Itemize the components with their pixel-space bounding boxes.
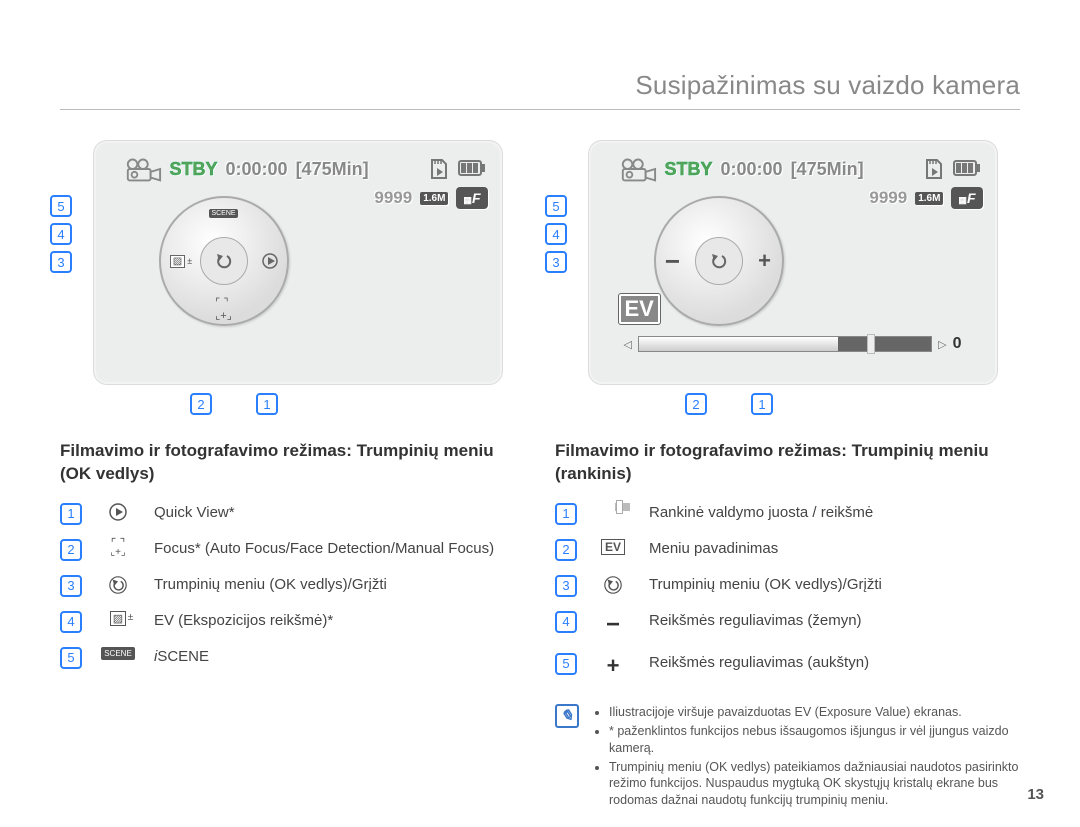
- left-heading: Filmavimo ir fotografavimo režimas: Trum…: [60, 440, 525, 486]
- bottom-callouts: 2 1: [190, 393, 278, 415]
- ev-value: 0: [953, 335, 962, 353]
- plus-icon: +: [751, 247, 779, 275]
- time-remaining: [475Min]: [296, 159, 369, 180]
- time-remaining: [475Min]: [791, 159, 864, 180]
- side-callouts: 5 4 3: [50, 195, 72, 279]
- second-row: 9999 1.6M ▦F: [869, 187, 982, 209]
- second-row: 9999 1.6M ▦F: [374, 187, 487, 209]
- callout-4: 4: [50, 223, 72, 245]
- figure-ok-guide: STBY 0:00:00 [475Min] 9999 1.6M: [60, 140, 525, 385]
- legend-row: 2 ⌜ ⌝⌞+⌟ Focus* (Auto Focus/Face Detecti…: [60, 532, 525, 568]
- scene-icon: SCENE: [100, 647, 136, 660]
- stby-label: STBY: [170, 159, 218, 180]
- sd-card-icon: [428, 157, 450, 181]
- ev-icon: ▨: [170, 255, 185, 268]
- figure-manual: STBY 0:00:00 [475Min] 9999 1.6M: [555, 140, 1020, 385]
- legend-row: 5 + Reikšmės reguliavimas (aukštyn): [555, 646, 1020, 686]
- legend-row: 1 Rankinė valdymo juosta / reikšmė: [555, 496, 1020, 532]
- topbar: STBY 0:00:00 [475Min]: [124, 155, 488, 183]
- legend-number: 1: [60, 503, 82, 525]
- legend-row: 4 ▨± EV (Ekspozicijos reikšmė)*: [60, 604, 525, 640]
- camcorder-icon: [619, 155, 657, 183]
- fine-quality-badge: ▦F: [951, 187, 982, 209]
- ev-icon: ▨±: [100, 611, 136, 626]
- slider-icon: [595, 503, 631, 511]
- topbar: STBY 0:00:00 [475Min]: [619, 155, 983, 183]
- triangle-left-icon: ◁: [624, 338, 632, 351]
- resolution-badge: 1.6M: [915, 192, 943, 205]
- battery-icon: [458, 160, 488, 178]
- battery-icon: [953, 160, 983, 178]
- callout-3: 3: [50, 251, 72, 273]
- note-bullet: Trumpinių meniu (OK vedlys) pateikiamos …: [609, 759, 1020, 810]
- right-heading: Filmavimo ir fotografavimo režimas: Trum…: [555, 440, 1020, 486]
- ev-badge-icon: EV: [619, 294, 660, 324]
- fine-quality-badge: ▦F: [456, 187, 487, 209]
- side-callouts: 5 4 3: [545, 195, 567, 279]
- undo-icon: [695, 237, 743, 285]
- legend-row: 5 SCENE iiSCENESCENE: [60, 640, 525, 676]
- triangle-right-icon: ▷: [938, 338, 946, 351]
- callout-2: 2: [190, 393, 212, 415]
- page-number: 13: [1027, 786, 1044, 803]
- jog-manual: − +: [654, 196, 784, 326]
- undo-icon: [595, 575, 631, 595]
- minus-icon: −: [659, 247, 687, 275]
- section-title: Susipažinimas su vaizdo kamera: [60, 70, 1020, 110]
- ev-slider: ◁ ▷ 0: [624, 334, 962, 354]
- shots-remaining: 9999: [869, 188, 907, 208]
- legend-row: 3 Trumpinių meniu (OK vedlys)/Grįžti: [555, 568, 1020, 604]
- jog-ok-guide: SCENE ▨ ⌜ ⌝⌞+⌟: [159, 196, 289, 326]
- timecode: 0:00:00: [226, 159, 288, 180]
- callout-1: 1: [256, 393, 278, 415]
- legend-row: 3 Trumpinių meniu (OK vedlys)/Grįžti: [60, 568, 525, 604]
- resolution-badge: 1.6M: [420, 192, 448, 205]
- play-icon: [256, 247, 284, 275]
- plus-icon: +: [595, 653, 631, 679]
- legend-row: 1 Quick View*: [60, 496, 525, 532]
- legend-text: Quick View*: [154, 503, 525, 523]
- scene-icon: SCENE: [209, 209, 237, 218]
- callout-5: 5: [50, 195, 72, 217]
- note-block: ✎ Iliustracijoje viršuje pavaizduotas EV…: [555, 704, 1020, 811]
- note-bullet: Iliustracijoje viršuje pavaizduotas EV (…: [609, 704, 1020, 721]
- undo-icon: [100, 575, 136, 595]
- camcorder-icon: [124, 155, 162, 183]
- bottom-callouts: 2 1: [685, 393, 773, 415]
- timecode: 0:00:00: [721, 159, 783, 180]
- shots-remaining: 9999: [374, 188, 412, 208]
- note-bullet: * paženklintos funkcijos nebus išsaugomo…: [609, 723, 1020, 757]
- play-icon: [100, 503, 136, 521]
- legend-row: 4 − Reikšmės reguliavimas (žemyn): [555, 604, 1020, 646]
- focus-icon: ⌜ ⌝⌞+⌟: [210, 295, 238, 323]
- info-icon: ✎: [555, 704, 579, 728]
- stby-label: STBY: [665, 159, 713, 180]
- sd-card-icon: [923, 157, 945, 181]
- focus-icon: ⌜ ⌝⌞+⌟: [100, 539, 136, 557]
- undo-icon: [200, 237, 248, 285]
- legend-row: 2 EV Meniu pavadinimas: [555, 532, 1020, 568]
- minus-icon: −: [595, 611, 631, 639]
- ev-badge-icon: EV: [595, 539, 631, 555]
